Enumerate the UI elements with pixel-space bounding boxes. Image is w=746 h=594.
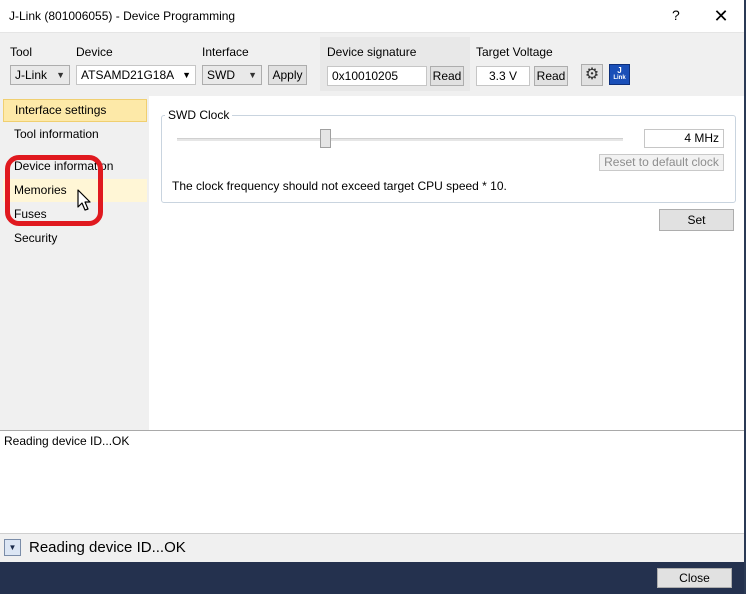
toolbar: Tool J-Link ▼ Device ATSAMD21G18A ▼ Inte… [0,33,744,95]
clock-slider-thumb[interactable] [320,129,331,148]
signature-read-button[interactable]: Read [430,66,464,86]
reset-default-clock-button[interactable]: Reset to default clock [599,154,724,171]
sidebar-item-tool-information[interactable]: Tool information [3,123,147,146]
signature-label: Device signature [327,45,417,59]
title-bar: J-Link (801006055) - Device Programming … [0,0,744,33]
chevron-down-icon: ▼ [248,70,257,80]
device-programming-window: J-Link (801006055) - Device Programming … [0,0,746,594]
interface-label: Interface [202,45,249,59]
clock-note: The clock frequency should not exceed ta… [172,179,507,193]
chevron-down-icon: ▼ [56,70,65,80]
interface-select[interactable]: SWD ▼ [202,65,262,85]
tool-select[interactable]: J-Link ▼ [10,65,70,85]
interface-select-value: SWD [207,68,235,82]
help-button[interactable]: ? [672,7,680,23]
log-line: Reading device ID...OK [4,434,130,448]
interface-settings-panel: 4 MHz Reset to default clock The clock f… [149,96,744,430]
apply-button[interactable]: Apply [268,65,307,85]
signature-field: 0x10010205 [327,66,427,86]
tool-label: Tool [10,45,33,59]
set-button[interactable]: Set [659,209,734,231]
swd-clock-title: SWD Clock [165,108,233,122]
clock-frequency-field[interactable]: 4 MHz [644,129,724,148]
jlink-logo-bottom: Link [613,75,626,81]
status-bar: ▼ Reading device ID...OK [0,535,744,562]
clock-slider-track[interactable] [177,138,623,141]
sidebar: Interface settings Tool information Devi… [0,96,149,430]
jlink-logo-icon[interactable]: J Link [609,64,630,85]
device-label: Device [76,45,113,59]
tool-select-value: J-Link [15,68,48,82]
gear-icon[interactable]: ⚙ [581,64,603,86]
jlink-logo-top: J [617,66,622,75]
voltage-read-button[interactable]: Read [534,66,568,86]
mouse-cursor-icon [77,189,91,211]
close-button[interactable]: Close [657,568,732,588]
window-title: J-Link (801006055) - Device Programming [9,9,236,23]
status-text: Reading device ID...OK [29,539,186,556]
chevron-down-icon[interactable]: ▼ [4,539,21,556]
voltage-label: Target Voltage [476,45,553,59]
voltage-field: 3.3 V [476,66,530,86]
log-output[interactable]: Reading device ID...OK [0,430,744,534]
sidebar-item-security[interactable]: Security [3,227,147,250]
sidebar-item-interface-settings[interactable]: Interface settings [3,99,147,122]
device-select[interactable]: ATSAMD21G18A ▼ [76,65,196,85]
dialog-footer: Close [0,562,744,594]
device-select-value: ATSAMD21G18A [81,68,175,82]
window-close-button[interactable]: ✕ [710,5,732,27]
swd-clock-group: 4 MHz Reset to default clock The clock f… [161,115,736,203]
chevron-down-icon: ▼ [182,70,191,80]
